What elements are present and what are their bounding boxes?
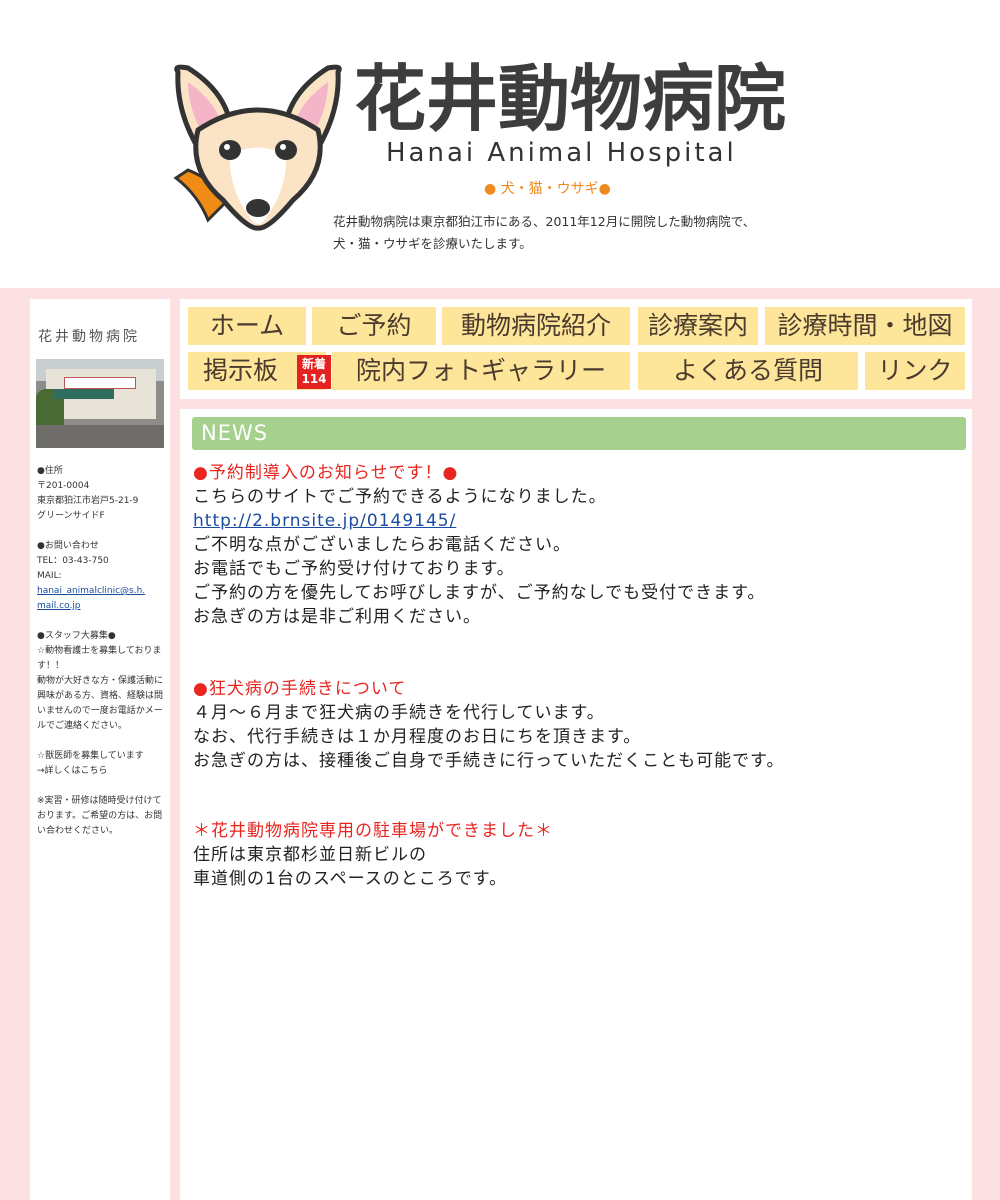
main-area: 花井動物病院 ●住所 〒201-0004 東京都狛江市岩戸5-21-9 グリーン… bbox=[0, 288, 1000, 1200]
sidebar-title: 花井動物病院 bbox=[38, 329, 140, 345]
news-item: ●狂犬病の手続きについて ４月〜６月まで狂犬病の手続きを代行しています。 なお、… bbox=[193, 677, 953, 773]
address-heading: ●住所 bbox=[37, 466, 63, 476]
content-panel: NEWS ●予約制導入のお知らせです！● こちらのサイトでご予約できるようになり… bbox=[180, 409, 972, 1200]
news-item-title: ●狂犬病の手続きについて bbox=[193, 679, 407, 699]
staff-heading: ●スタッフ大募集● bbox=[37, 631, 116, 641]
news-text: 車道側の1台のスペースのところです。 bbox=[193, 869, 508, 889]
clinic-photo bbox=[36, 359, 164, 448]
mail-link[interactable]: mail.co.jp bbox=[37, 601, 81, 611]
news-list: ●予約制導入のお知らせです！● こちらのサイトでご予約できるようになりました。 … bbox=[193, 461, 953, 891]
new-badge-label: 新着 bbox=[301, 357, 326, 371]
news-item-title: ＊花井動物病院専用の駐車場ができました＊ bbox=[193, 821, 553, 841]
tel: TEL：03-43-750 bbox=[37, 556, 109, 566]
news-text: お急ぎの方は、接種後ご自身で手続きに行っていただくことも可能です。 bbox=[193, 751, 785, 771]
vet-recruit-link[interactable]: →詳しくはこちら bbox=[37, 764, 165, 779]
main-nav: ホーム ご予約 動物病院紹介 診療案内 診療時間・地図 掲示板 新着 114 院… bbox=[180, 299, 972, 399]
address-line: グリーンサイドF bbox=[37, 511, 105, 521]
address-line: 東京都狛江市岩戸5-21-9 bbox=[37, 496, 139, 506]
news-text: 住所は東京都杉並日新ビルの bbox=[193, 845, 427, 865]
news-text: なお、代行手続きは１か月程度のお日にちを頂きます。 bbox=[193, 727, 642, 747]
news-text: ご予約の方を優先してお呼びしますが、ご予約なしでも受付できます。 bbox=[193, 583, 766, 603]
mail-link[interactable]: hanai_animalclinic@s.h. bbox=[37, 586, 145, 596]
site-title: 花井動物病院 bbox=[354, 57, 787, 141]
new-badge: 新着 114 bbox=[297, 355, 331, 389]
nav-gallery[interactable]: 院内フォトギャラリー bbox=[332, 352, 630, 390]
intro-line: 花井動物病院は東京都狛江市にある、2011年12月に開院した動物病院で、 bbox=[333, 214, 756, 229]
dog-logo-icon[interactable] bbox=[168, 60, 348, 235]
reservation-link[interactable]: http://2.brnsite.jp/0149145/ bbox=[193, 511, 456, 531]
nav-hours-map[interactable]: 診療時間・地図 bbox=[765, 307, 965, 345]
nav-about[interactable]: 動物病院紹介 bbox=[442, 307, 630, 345]
news-heading: NEWS bbox=[192, 417, 966, 450]
news-text: ご不明な点がございましたらお電話ください。 bbox=[193, 535, 571, 555]
news-text: こちらのサイトでご予約できるようになりました。 bbox=[193, 487, 607, 507]
species-tagline: ● 犬・猫・ウサギ● bbox=[484, 181, 611, 197]
intro-text: 花井動物病院は東京都狛江市にある、2011年12月に開院した動物病院で、 犬・猫… bbox=[333, 211, 813, 255]
nav-links[interactable]: リンク bbox=[865, 352, 965, 390]
sidebar: 花井動物病院 ●住所 〒201-0004 東京都狛江市岩戸5-21-9 グリーン… bbox=[30, 299, 170, 1200]
nav-board[interactable]: 掲示板 新着 114 bbox=[188, 352, 331, 390]
site-subtitle: Hanai Animal Hospital bbox=[386, 138, 737, 168]
nav-services[interactable]: 診療案内 bbox=[638, 307, 758, 345]
nav-board-label: 掲示板 bbox=[203, 356, 279, 385]
news-item: ＊花井動物病院専用の駐車場ができました＊ 住所は東京都杉並日新ビルの 車道側の1… bbox=[193, 819, 953, 891]
sidebar-info: ●住所 〒201-0004 東京都狛江市岩戸5-21-9 グリーンサイドF ●お… bbox=[37, 464, 165, 839]
news-text: ４月〜６月まで狂犬病の手続きを代行しています。 bbox=[193, 703, 605, 723]
news-item: ●予約制導入のお知らせです！● こちらのサイトでご予約できるようになりました。 … bbox=[193, 461, 953, 629]
staff-text: ☆動物看護士を募集しております！！ bbox=[37, 646, 162, 671]
news-text: お電話でもご予約受け付けております。 bbox=[193, 559, 515, 579]
nav-home[interactable]: ホーム bbox=[188, 307, 306, 345]
postal-code: 〒201-0004 bbox=[37, 481, 90, 491]
vet-recruit: ☆獣医師を募集しています bbox=[37, 751, 144, 761]
contact-heading: ●お問い合わせ bbox=[37, 541, 99, 551]
staff-text: 動物が大好きな方・保護活動に興味がある方、資格、経験は問いませんので一度お電話か… bbox=[37, 676, 164, 731]
nav-reservation[interactable]: ご予約 bbox=[312, 307, 436, 345]
nav-faq[interactable]: よくある質問 bbox=[638, 352, 858, 390]
intro-line: 犬・猫・ウサギを診療いたします。 bbox=[333, 236, 532, 251]
intern-text: ※実習・研修は随時受け付けております。ご希望の方は、お問い合わせください。 bbox=[37, 796, 163, 836]
news-text: お急ぎの方は是非ご利用ください。 bbox=[193, 607, 481, 627]
new-badge-count: 114 bbox=[301, 372, 327, 386]
site-header: 花井動物病院 Hanai Animal Hospital ● 犬・猫・ウサギ● … bbox=[0, 0, 1000, 288]
news-item-title: ●予約制導入のお知らせです！● bbox=[193, 463, 459, 483]
mail-label: MAIL: bbox=[37, 571, 62, 581]
